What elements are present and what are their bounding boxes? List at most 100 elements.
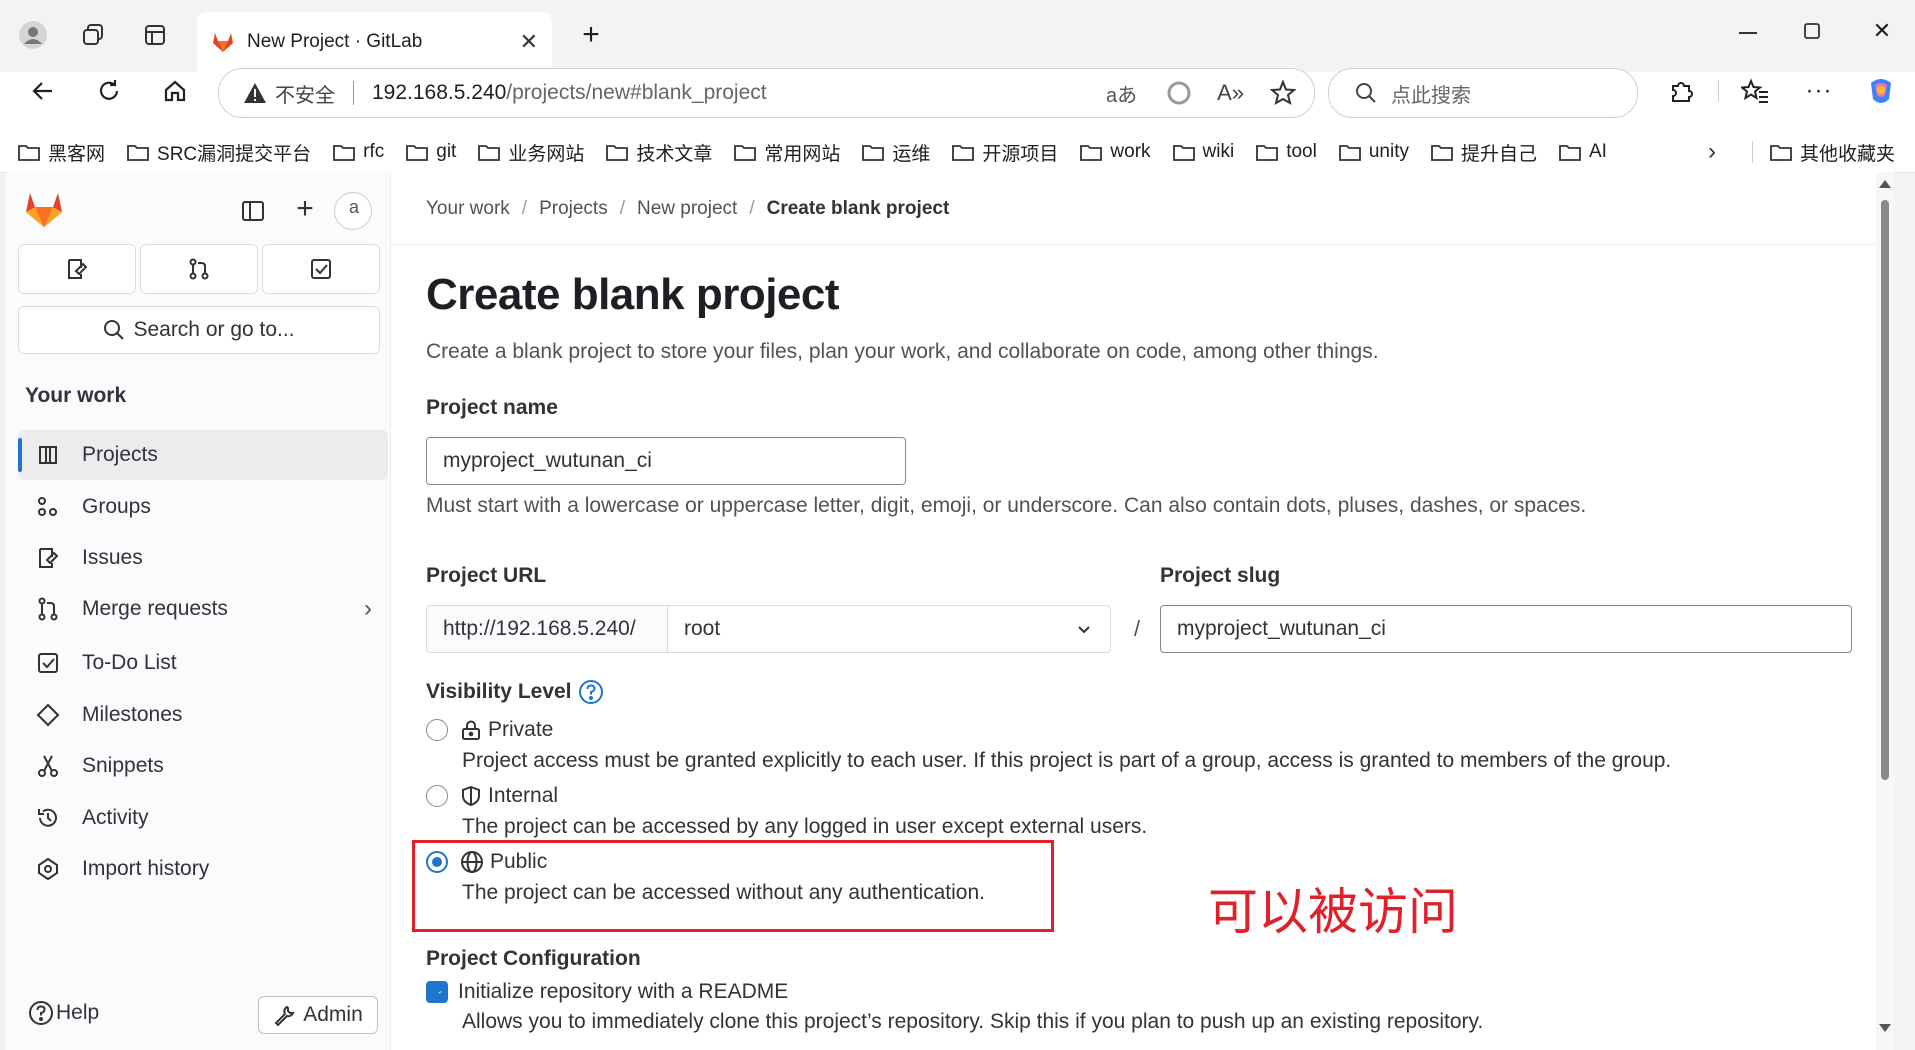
bookmark-item[interactable]: git [406,141,456,163]
scroll-up-icon[interactable] [1879,180,1891,188]
back-icon[interactable] [26,74,60,108]
sidebar-item-label: Projects [82,443,158,466]
browser-tab-bar: New Project · GitLab ✕ + ✕ [0,0,1915,72]
assigned-issues-button[interactable] [18,244,136,294]
other-bookmarks-label: 其他收藏夹 [1800,143,1896,165]
favorites-icon[interactable] [1738,74,1772,108]
breadcrumb-your-work[interactable]: Your work [426,198,510,220]
scroll-down-icon[interactable] [1879,1024,1891,1032]
new-tab-icon[interactable]: + [574,18,608,52]
snippet-icon [34,752,62,780]
active-tab[interactable]: New Project · GitLab ✕ [197,12,552,72]
avatar[interactable]: a [334,192,372,230]
project-url-label: Project URL [426,564,547,587]
bookmark-item[interactable]: SRC漏洞提交平台 [127,139,311,166]
create-new-icon[interactable]: + [290,194,320,224]
extensions-icon[interactable] [1664,74,1698,108]
todo-button[interactable] [262,244,380,294]
breadcrumb-new-project[interactable]: New project [637,198,737,220]
question-circle-icon [29,1001,53,1025]
bookmark-item[interactable]: wiki [1172,141,1234,163]
bookmarks-more-icon[interactable]: › [1708,138,1716,166]
close-tab-icon[interactable]: ✕ [520,29,538,55]
bookmark-label: 开源项目 [982,143,1059,165]
other-bookmarks[interactable]: 其他收藏夹 [1770,139,1895,166]
sidebar-item-import-history[interactable]: Import history [18,844,388,894]
folder-icon [1559,145,1581,161]
bookmark-item[interactable]: 开源项目 [952,139,1058,166]
internal-radio[interactable] [426,785,448,807]
sidebar-item-groups[interactable]: Groups [18,482,388,532]
profile-icon[interactable] [16,18,50,52]
bookmark-label: 常用网站 [764,143,841,165]
sidebar-item-issues[interactable]: Issues [18,533,388,583]
sidebar-item-todo[interactable]: To-Do List [18,638,388,688]
project-slug-input[interactable]: myproject_wutunan_ci [1160,605,1852,653]
bookmark-item[interactable]: 运维 [862,139,930,166]
more-menu-icon[interactable]: ··· [1802,74,1836,108]
visibility-option-private[interactable]: Private [426,718,553,742]
close-window-icon[interactable]: ✕ [1862,14,1902,48]
bookmark-item[interactable]: 常用网站 [734,139,840,166]
merge-request-icon [34,595,62,623]
bookmark-item[interactable]: unity [1338,141,1409,163]
toggle-sidebar-icon[interactable] [238,196,268,226]
bookmark-label: unity [1368,141,1409,162]
folder-icon [1080,145,1103,161]
bookmark-item[interactable]: 技术文章 [606,139,712,166]
breadcrumb-projects[interactable]: Projects [539,198,608,220]
readme-checkbox-row[interactable]: Initialize repository with a README [426,980,788,1004]
issues-icon [34,544,62,572]
question-circle-icon[interactable] [578,679,604,705]
bookmark-item[interactable]: 黑客网 [18,139,105,166]
workspaces-icon[interactable] [78,20,108,50]
bookmark-item[interactable]: 提升自己 [1431,139,1537,166]
browser-search-box[interactable]: 点此搜索 [1328,68,1638,118]
bookmark-item[interactable]: tool [1256,141,1317,163]
home-icon[interactable] [158,74,192,108]
sidebar-item-projects[interactable]: Projects [18,430,388,480]
help-button[interactable]: Help [28,1000,99,1026]
minimize-icon[interactable] [1728,18,1768,48]
read-aloud-icon[interactable]: A» [1217,80,1244,106]
sidebar-item-activity[interactable]: Activity [18,793,388,843]
translate-icon[interactable]: aあ [1106,79,1137,108]
bookmark-item[interactable]: 业务网站 [478,139,584,166]
bookmark-item[interactable]: rfc [333,141,384,163]
sidebar-search-button[interactable]: Search or go to... [18,306,380,354]
sidebar-item-merge-requests[interactable]: Merge requests › [18,584,388,634]
sidebar-item-milestones[interactable]: Milestones [18,690,388,740]
project-name-value: myproject_wutunan_ci [443,449,652,472]
tab-actions-icon[interactable] [140,20,170,50]
edge-icon[interactable] [1167,81,1191,105]
public-radio[interactable] [426,851,448,873]
warning-icon[interactable] [243,82,267,104]
merge-requests-button[interactable] [140,244,258,294]
namespace-select[interactable]: root [667,605,1111,653]
scrollbar-thumb[interactable] [1881,200,1889,780]
bookmark-label: 黑客网 [48,143,106,165]
page-scrollbar[interactable] [1876,172,1894,1050]
visibility-option-public[interactable]: Public [426,850,547,874]
gitlab-logo-icon[interactable] [24,190,64,228]
private-radio[interactable] [426,719,448,741]
todo-icon [34,649,62,677]
sidebar: + a Search or go to... Your work Project… [6,172,391,1050]
not-secure-label[interactable]: 不安全 [275,79,335,108]
sidebar-item-snippets[interactable]: Snippets [18,741,388,791]
copilot-icon[interactable] [1862,72,1900,110]
admin-button[interactable]: Admin [258,996,378,1034]
url-bar[interactable]: 不安全 192.168.5.240/projects/new#blank_pro… [218,68,1315,118]
bookmark-item[interactable]: AI [1559,141,1607,163]
visibility-option-internal[interactable]: Internal [426,784,558,808]
wrench-icon [274,1005,295,1026]
readme-checkbox[interactable] [426,981,448,1003]
chevron-right-icon[interactable]: › [364,595,372,623]
project-name-label: Project name [426,396,558,419]
project-name-input[interactable]: myproject_wutunan_ci [426,437,906,485]
add-favorite-icon[interactable] [1270,80,1296,106]
bookmark-item[interactable]: work [1080,141,1151,163]
maximize-icon[interactable] [1792,16,1832,46]
refresh-icon[interactable] [92,74,126,108]
url-host: 192.168.5.240 [372,81,507,104]
